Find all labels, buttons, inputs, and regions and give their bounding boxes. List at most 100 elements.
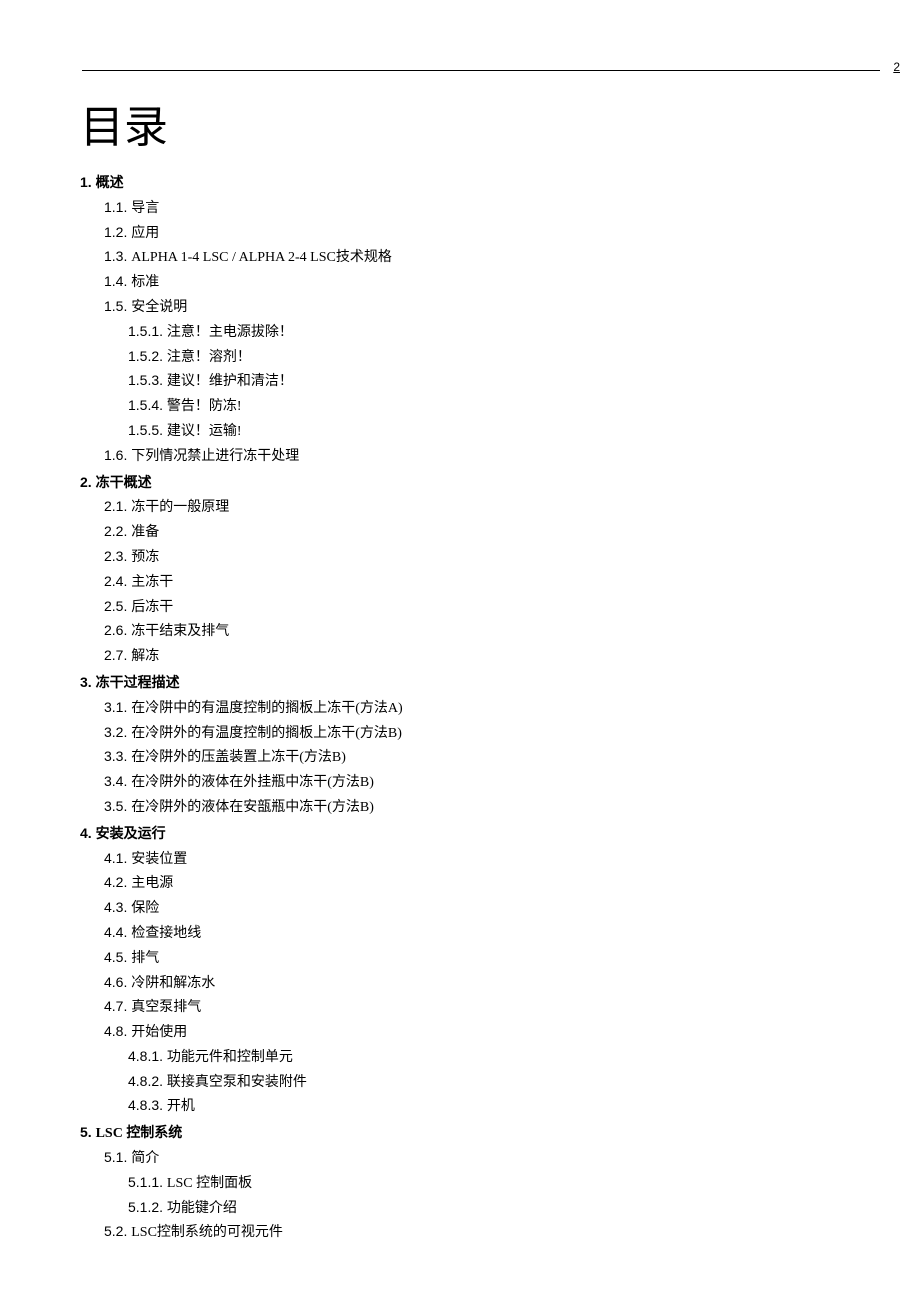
toc-entry: 2.1. 冻干的一般原理 bbox=[104, 495, 840, 520]
toc-entry-text: 注意！溶剂！ bbox=[167, 350, 251, 365]
toc-entry-number: 2.5. bbox=[104, 598, 127, 614]
toc-entry: 3.3. 在冷阱外的压盖装置上冻干(方法B) bbox=[104, 745, 840, 770]
toc-entry-text: 导言 bbox=[131, 201, 159, 216]
toc-entry-number: 4.3. bbox=[104, 899, 127, 915]
toc-entry-number: 1.5. bbox=[104, 298, 127, 314]
toc-entry: 3.4. 在冷阱外的液体在外挂瓶中冻干(方法B) bbox=[104, 770, 840, 795]
toc-entry-text: 解冻 bbox=[131, 649, 159, 664]
document-page: 2 目录 1. 概述1.1. 导言1.2. 应用1.3. ALPHA 1-4 L… bbox=[0, 0, 920, 1305]
toc-entry: 4.5. 排气 bbox=[104, 946, 840, 971]
toc-entry-text: 建议！维护和清洁！ bbox=[167, 374, 293, 389]
toc-entry: 3. 冻干过程描述 bbox=[80, 671, 840, 696]
toc-entry: 3.1. 在冷阱中的有温度控制的搁板上冻干(方法A) bbox=[104, 696, 840, 721]
toc-entry-text: 功能键介绍 bbox=[167, 1201, 237, 1216]
toc-entry: 4.7. 真空泵排气 bbox=[104, 995, 840, 1020]
toc-entry-text: 排气 bbox=[131, 951, 159, 966]
toc-entry-text: 建议！运输! bbox=[167, 424, 242, 439]
toc-entry-text: 冷阱和解冻水 bbox=[131, 976, 215, 991]
toc-entry-text: 联接真空泵和安装附件 bbox=[167, 1075, 307, 1090]
toc-entry-text: 安全说明 bbox=[131, 300, 187, 315]
toc-entry-number: 1.1. bbox=[104, 199, 127, 215]
toc-entry-number: 5.1.2. bbox=[128, 1199, 163, 1215]
toc-entry-text: 警告！防冻! bbox=[167, 399, 242, 414]
toc-entry-number: 1.2. bbox=[104, 224, 127, 240]
toc-entry: 1.4. 标准 bbox=[104, 270, 840, 295]
toc-entry: 3.2. 在冷阱外的有温度控制的搁板上冻干(方法B) bbox=[104, 721, 840, 746]
toc-entry-text: 真空泵排气 bbox=[131, 1000, 201, 1015]
toc-entry-number: 5.1.1. bbox=[128, 1174, 163, 1190]
toc-entry: 4. 安装及运行 bbox=[80, 822, 840, 847]
toc-entry: 4.8.3. 开机 bbox=[128, 1094, 840, 1119]
toc-entry-text: LSC 控制系统 bbox=[96, 1126, 183, 1141]
toc-entry-number: 4.8.3. bbox=[128, 1097, 163, 1113]
toc-entry-number: 1.5.4. bbox=[128, 397, 163, 413]
toc-entry-text: 安装位置 bbox=[131, 852, 187, 867]
toc-entry-number: 3.5. bbox=[104, 798, 127, 814]
toc-entry-number: 4.5. bbox=[104, 949, 127, 965]
toc-entry-text: 注意！主电源拔除！ bbox=[167, 325, 293, 340]
toc-entry-number: 1. bbox=[80, 174, 92, 190]
toc-entry: 1.5.1. 注意！主电源拔除！ bbox=[128, 320, 840, 345]
toc-entry: 2.5. 后冻干 bbox=[104, 595, 840, 620]
toc-entry: 1. 概述 bbox=[80, 171, 840, 196]
toc-title: 目录 bbox=[80, 91, 840, 155]
toc-entry: 1.5.3. 建议！维护和清洁！ bbox=[128, 369, 840, 394]
toc-entry: 1.5.2. 注意！溶剂！ bbox=[128, 345, 840, 370]
toc-entry-text: 冻干概述 bbox=[96, 476, 152, 491]
toc-entry-number: 2.2. bbox=[104, 523, 127, 539]
toc-entry: 2.6. 冻干结束及排气 bbox=[104, 619, 840, 644]
toc-entry-number: 5.2. bbox=[104, 1223, 127, 1239]
toc-entry-text: 安装及运行 bbox=[96, 827, 166, 842]
toc-entry: 4.1. 安装位置 bbox=[104, 847, 840, 872]
toc-entry: 2.7. 解冻 bbox=[104, 644, 840, 669]
toc-entry-number: 1.5.5. bbox=[128, 422, 163, 438]
toc-entry-text: 主冻干 bbox=[131, 575, 173, 590]
toc-entry-number: 1.5.1. bbox=[128, 323, 163, 339]
toc-entry-number: 1.5.2. bbox=[128, 348, 163, 364]
toc-entry: 3.5. 在冷阱外的液体在安瓿瓶中冻干(方法B) bbox=[104, 795, 840, 820]
toc-entry-number: 1.4. bbox=[104, 273, 127, 289]
toc-entry: 4.3. 保险 bbox=[104, 896, 840, 921]
toc-entry-number: 4.2. bbox=[104, 874, 127, 890]
toc-entry-number: 4.1. bbox=[104, 850, 127, 866]
toc-entry: 1.3. ALPHA 1-4 LSC / ALPHA 2-4 LSC技术规格 bbox=[104, 245, 840, 270]
toc-entry-number: 1.6. bbox=[104, 447, 127, 463]
toc-entry-number: 3.1. bbox=[104, 699, 127, 715]
toc-entry: 2.3. 预冻 bbox=[104, 545, 840, 570]
toc-entry-number: 4.8.2. bbox=[128, 1073, 163, 1089]
toc-entry-text: 下列情况禁止进行冻干处理 bbox=[131, 449, 299, 464]
toc-entry: 1.5.5. 建议！运输! bbox=[128, 419, 840, 444]
toc-entry-number: 1.5.3. bbox=[128, 372, 163, 388]
toc-entry-text: 在冷阱外的有温度控制的搁板上冻干(方法B) bbox=[131, 726, 402, 741]
toc-entry-number: 2. bbox=[80, 474, 92, 490]
toc-entry-text: 冻干的一般原理 bbox=[131, 500, 229, 515]
toc-entry: 1.5.4. 警告！防冻! bbox=[128, 394, 840, 419]
toc-entry-text: ALPHA 1-4 LSC / ALPHA 2-4 LSC技术规格 bbox=[131, 250, 392, 265]
toc-entry-number: 2.6. bbox=[104, 622, 127, 638]
horizontal-rule bbox=[82, 70, 880, 71]
toc-entry: 4.8.1. 功能元件和控制单元 bbox=[128, 1045, 840, 1070]
toc-entry-text: LSC控制系统的可视元件 bbox=[131, 1225, 283, 1240]
toc-entry-number: 2.7. bbox=[104, 647, 127, 663]
toc-entry-text: 后冻干 bbox=[131, 600, 173, 615]
toc-entry-number: 1.3. bbox=[104, 248, 127, 264]
toc-entry-text: 检查接地线 bbox=[131, 926, 201, 941]
toc-entry-number: 4.7. bbox=[104, 998, 127, 1014]
toc-entry-number: 3.2. bbox=[104, 724, 127, 740]
toc-entry-text: 主电源 bbox=[131, 876, 173, 891]
toc-entry: 1.2. 应用 bbox=[104, 221, 840, 246]
toc-entry-text: 开始使用 bbox=[131, 1025, 187, 1040]
toc-entry-text: 冻干结束及排气 bbox=[131, 624, 229, 639]
table-of-contents: 1. 概述1.1. 导言1.2. 应用1.3. ALPHA 1-4 LSC / … bbox=[80, 171, 840, 1245]
toc-entry: 2. 冻干概述 bbox=[80, 471, 840, 496]
toc-entry-number: 2.4. bbox=[104, 573, 127, 589]
toc-entry: 1.1. 导言 bbox=[104, 196, 840, 221]
toc-entry-text: 保险 bbox=[131, 901, 159, 916]
toc-entry: 5.1. 简介 bbox=[104, 1146, 840, 1171]
toc-entry: 5.1.2. 功能键介绍 bbox=[128, 1196, 840, 1221]
toc-entry: 2.2. 准备 bbox=[104, 520, 840, 545]
toc-entry-number: 4.4. bbox=[104, 924, 127, 940]
toc-entry-text: 冻干过程描述 bbox=[96, 676, 180, 691]
toc-entry-number: 4.8.1. bbox=[128, 1048, 163, 1064]
toc-entry-number: 5.1. bbox=[104, 1149, 127, 1165]
